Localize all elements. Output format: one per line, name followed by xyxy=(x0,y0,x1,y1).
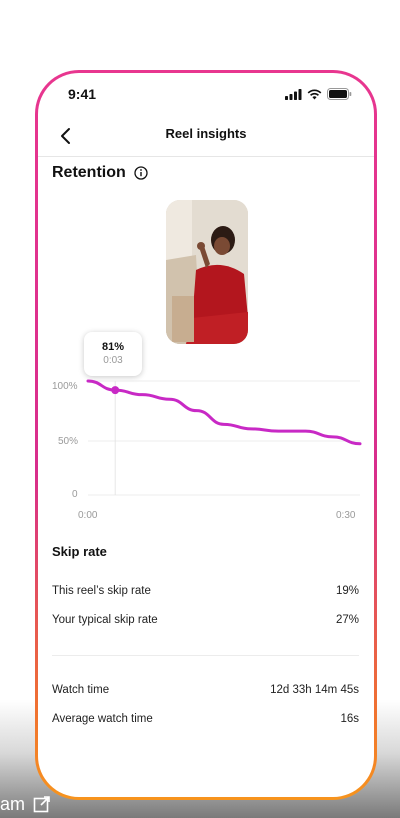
tooltip-value: 81% xyxy=(101,341,125,353)
y-tick-0: 0 xyxy=(72,489,78,500)
skip-rate-row-this-reel: This reel’s skip rate 19% xyxy=(52,585,359,597)
skip-rate-value-this-reel: 19% xyxy=(335,585,359,597)
retention-title: Retention xyxy=(52,164,126,181)
retention-chart[interactable]: 100% 50% 0 0:00 0:30 xyxy=(38,363,374,533)
footer-label-text: am xyxy=(0,793,26,814)
skip-rate-value-typical: 27% xyxy=(335,614,359,626)
x-tick-start: 0:00 xyxy=(78,510,98,521)
retention-line xyxy=(86,379,362,446)
x-tick-end: 0:30 xyxy=(336,510,356,521)
wifi-icon xyxy=(307,89,322,99)
status-icons xyxy=(285,88,352,100)
status-bar: 9:41 xyxy=(38,73,374,117)
watch-time-label: Watch time xyxy=(52,684,110,696)
info-icon[interactable] xyxy=(134,166,148,180)
status-time: 9:41 xyxy=(68,86,97,102)
signal-icon xyxy=(285,88,302,100)
skip-rate-label-typical: Your typical skip rate xyxy=(52,614,158,626)
average-watch-time-row: Average watch time 16s xyxy=(52,713,359,725)
watch-time-value: 12d 33h 14m 45s xyxy=(270,684,359,696)
retention-header: Retention xyxy=(52,164,148,182)
skip-rate-title: Skip rate xyxy=(52,544,107,559)
average-watch-time-value: 16s xyxy=(340,713,359,725)
watch-time-row: Watch time 12d 33h 14m 45s xyxy=(52,684,359,696)
y-tick-100: 100% xyxy=(52,381,78,392)
retention-highlight-point[interactable] xyxy=(111,386,120,395)
section-divider xyxy=(52,655,359,656)
y-tick-50: 50% xyxy=(58,436,78,447)
reel-thumbnail-image xyxy=(166,200,248,344)
footer-link[interactable]: am xyxy=(0,793,51,815)
battery-icon xyxy=(327,88,352,100)
external-link-icon xyxy=(33,796,50,813)
page-title: Reel insights xyxy=(165,126,247,141)
phone-screen: 9:41 Reel insights Retention 81% 0:03 10… xyxy=(38,73,374,797)
nav-header: Reel insights xyxy=(38,117,374,157)
skip-rate-label-this-reel: This reel’s skip rate xyxy=(52,585,151,597)
average-watch-time-label: Average watch time xyxy=(52,713,153,725)
phone-frame: 9:41 Reel insights Retention 81% 0:03 10… xyxy=(35,70,377,800)
skip-rate-row-typical: Your typical skip rate 27% xyxy=(52,614,359,626)
reel-thumbnail[interactable] xyxy=(166,200,248,344)
